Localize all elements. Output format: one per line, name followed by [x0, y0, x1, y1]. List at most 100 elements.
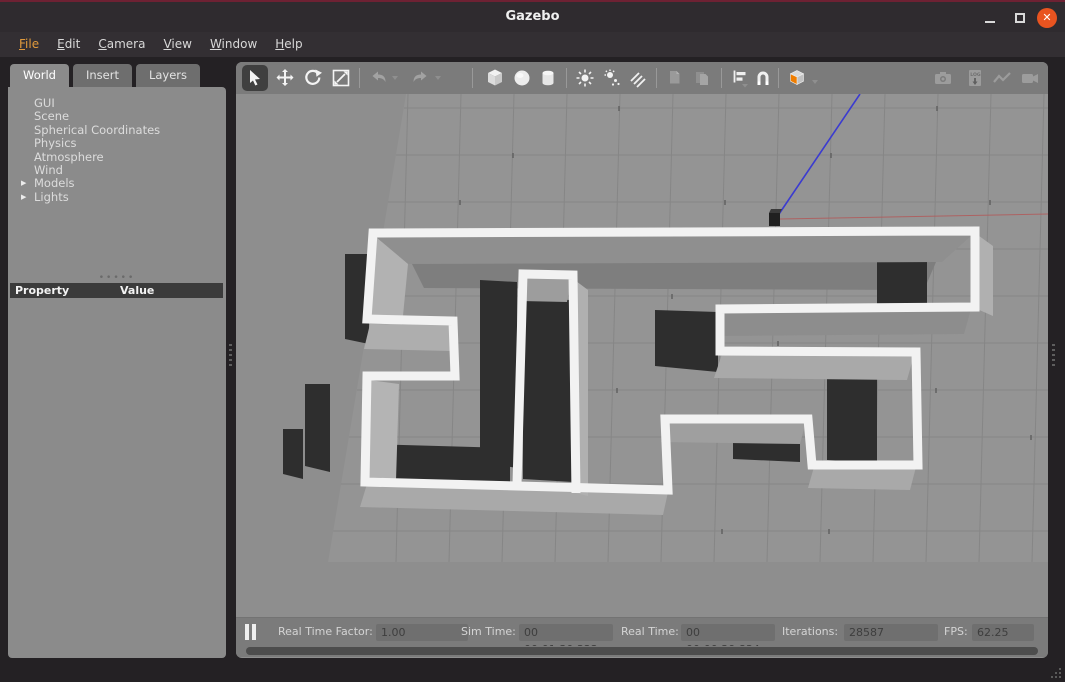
right-splitter-handle[interactable]: [1051, 344, 1055, 366]
redo-button[interactable]: [407, 65, 433, 91]
real-time-value: 00 00:00:29.834: [681, 624, 775, 641]
property-column-header: Property: [15, 283, 69, 298]
menu-window[interactable]: Window: [201, 32, 266, 57]
maze-world-render: [236, 94, 1048, 617]
tree-item-models[interactable]: ▶Models: [8, 177, 226, 190]
select-tool-button[interactable]: [242, 65, 268, 91]
camera-icon: [933, 68, 953, 88]
paste-button[interactable]: [689, 65, 715, 91]
scale-icon: [331, 68, 351, 88]
tree-item-atmosphere[interactable]: Atmosphere: [8, 151, 226, 164]
tab-world[interactable]: World: [10, 64, 69, 87]
pause-icon: [252, 624, 256, 640]
tree-item-spherical-coordinates[interactable]: Spherical Coordinates: [8, 124, 226, 137]
iterations-label: Iterations:: [782, 618, 838, 646]
title-bar: Gazebo ✕: [0, 0, 1065, 32]
menu-help[interactable]: Help: [266, 32, 311, 57]
sphere-tool-button[interactable]: [509, 65, 535, 91]
view-angle-button[interactable]: [784, 65, 810, 91]
resize-grip[interactable]: [1047, 664, 1061, 678]
iterations-value: 28587: [844, 624, 938, 641]
close-icon: ✕: [1042, 11, 1051, 24]
spot-light-button[interactable]: [599, 65, 625, 91]
svg-text:LOG: LOG: [970, 72, 981, 78]
tree-item-lights[interactable]: ▶Lights: [8, 191, 226, 204]
undo-icon: [369, 68, 389, 88]
snap-tool-button[interactable]: [750, 65, 776, 91]
scale-tool-button[interactable]: [328, 65, 354, 91]
log-file-icon: LOG: [965, 68, 985, 88]
sphere-icon: [512, 68, 532, 88]
menu-camera[interactable]: Camera: [89, 32, 154, 57]
view-cube-icon: [787, 68, 807, 88]
translate-tool-button[interactable]: [272, 65, 298, 91]
maximize-icon: [1015, 13, 1025, 23]
undo-history-caret[interactable]: [392, 76, 398, 80]
paste-icon: [692, 68, 712, 88]
directional-light-button[interactable]: [625, 65, 651, 91]
left-splitter-handle[interactable]: [228, 344, 232, 366]
rotate-tool-button[interactable]: [300, 65, 326, 91]
redo-icon: [410, 68, 430, 88]
point-light-button[interactable]: [572, 65, 598, 91]
tree-item-scene[interactable]: Scene: [8, 110, 226, 123]
pause-button[interactable]: [243, 624, 259, 640]
close-button[interactable]: ✕: [1037, 8, 1057, 28]
sim-time-value: 00 00:01:30.322: [519, 624, 613, 641]
gazebo-window: Gazebo ✕ File Edit Camera View Window He…: [0, 0, 1065, 682]
maximize-button[interactable]: [1011, 9, 1029, 27]
minimize-icon: [985, 21, 995, 23]
cursor-arrow-icon: [245, 68, 265, 88]
screenshot-button[interactable]: [930, 65, 956, 91]
spot-light-icon: [602, 68, 622, 88]
fps-value: 62.25: [972, 624, 1034, 641]
panel-tabs: World Insert Layers: [10, 64, 200, 87]
view-angle-caret[interactable]: [812, 80, 818, 84]
world-tree: GUI Scene Spherical Coordinates Physics …: [8, 97, 226, 204]
expand-arrow-icon[interactable]: ▶: [21, 191, 26, 204]
horizontal-scrollbar: [236, 646, 1048, 657]
video-record-button[interactable]: [1017, 65, 1043, 91]
tab-layers[interactable]: Layers: [136, 64, 200, 87]
render-toolbar: LOG: [236, 62, 1048, 94]
panel-splitter-handle[interactable]: •••••: [8, 275, 226, 281]
cylinder-icon: [538, 68, 558, 88]
directional-light-icon: [628, 68, 648, 88]
menu-edit[interactable]: Edit: [48, 32, 89, 57]
tab-insert[interactable]: Insert: [73, 64, 132, 87]
menu-view[interactable]: View: [154, 32, 200, 57]
window-title: Gazebo: [0, 2, 1065, 32]
cube-icon: [485, 68, 505, 88]
magnet-icon: [753, 68, 773, 88]
property-table-header: Property Value: [10, 283, 223, 298]
real-time-factor-label: Real Time Factor:: [278, 618, 373, 646]
render-viewport: LOG: [236, 62, 1048, 658]
undo-button[interactable]: [366, 65, 392, 91]
scrollbar-thumb[interactable]: [246, 647, 1038, 655]
world-panel: GUI Scene Spherical Coordinates Physics …: [8, 87, 226, 658]
menu-file[interactable]: File: [10, 32, 48, 57]
simulation-status-bar: Real Time Factor: 1.00 Sim Time: 00 00:0…: [236, 617, 1048, 646]
fps-label: FPS:: [944, 618, 968, 646]
tree-item-gui[interactable]: GUI: [8, 97, 226, 110]
pause-icon: [245, 624, 249, 640]
menu-bar: File Edit Camera View Window Help: [0, 32, 1065, 57]
tree-item-wind[interactable]: Wind: [8, 164, 226, 177]
tree-item-physics[interactable]: Physics: [8, 137, 226, 150]
cylinder-tool-button[interactable]: [535, 65, 561, 91]
real-time-factor-value: 1.00: [376, 624, 468, 641]
expand-arrow-icon[interactable]: ▶: [21, 177, 26, 190]
value-column-header: Value: [120, 283, 154, 298]
video-camera-icon: [1020, 68, 1040, 88]
point-light-icon: [575, 68, 595, 88]
line-chart-icon: [992, 68, 1012, 88]
rotate-icon: [303, 68, 323, 88]
scene-3d[interactable]: [236, 94, 1048, 617]
real-time-label: Real Time:: [621, 618, 679, 646]
plot-button[interactable]: [989, 65, 1015, 91]
log-record-button[interactable]: LOG: [962, 65, 988, 91]
minimize-button[interactable]: [981, 9, 999, 27]
box-tool-button[interactable]: [482, 65, 508, 91]
redo-history-caret[interactable]: [435, 76, 441, 80]
copy-button[interactable]: [662, 65, 688, 91]
